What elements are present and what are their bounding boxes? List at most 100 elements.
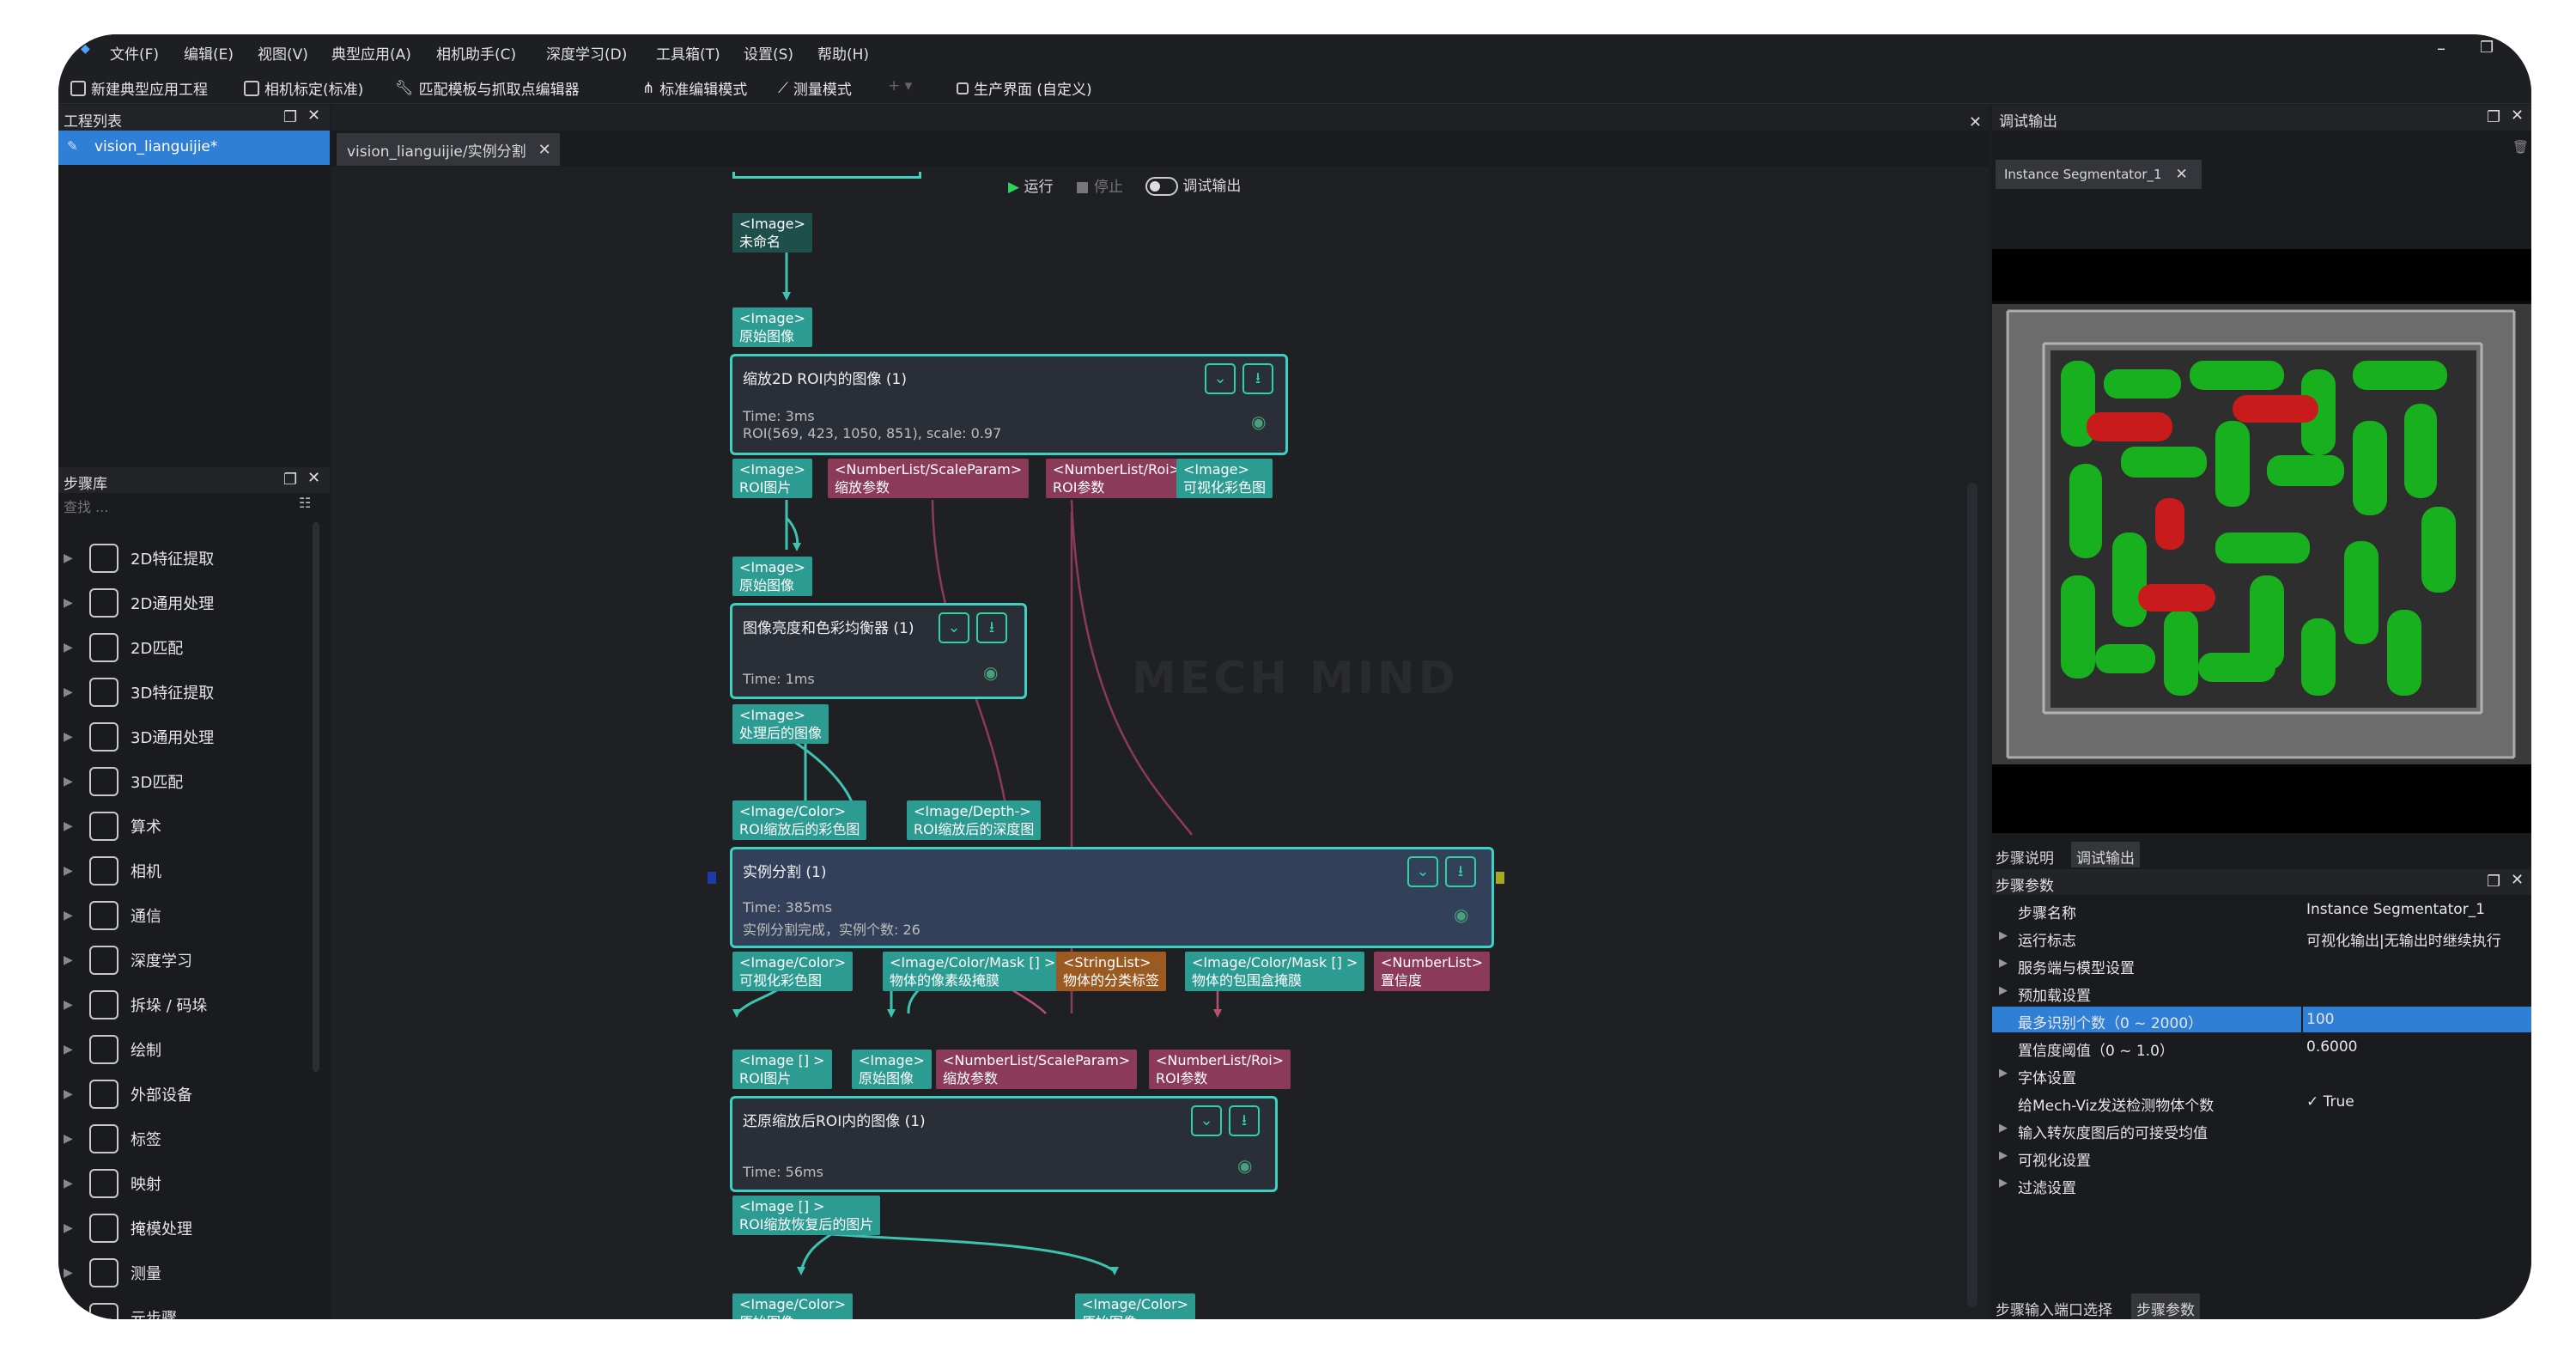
- port-processed-image[interactable]: <Image> 处理后的图像: [732, 704, 829, 744]
- port-unnamed-image[interactable]: <Image> 未命名: [732, 213, 812, 253]
- expand-arrow-icon[interactable]: ▶: [1999, 984, 2008, 997]
- node-title: 还原缩放后ROI内的图像 (1): [743, 1113, 926, 1130]
- node-title: 缩放2D ROI内的图像 (1): [743, 371, 908, 388]
- download-icon[interactable]: ⭳: [1445, 856, 1476, 887]
- expand-arrow-icon[interactable]: ▶: [1999, 1149, 2008, 1162]
- param-label: 步骤名称: [2018, 905, 2076, 922]
- eye-icon[interactable]: ◉: [983, 662, 998, 683]
- node-brightness-balance[interactable]: 图像亮度和色彩均衡器 (1) ⌄ ⭳ Time: 1ms ◉: [730, 603, 1027, 699]
- expand-arrow-icon[interactable]: ▶: [1999, 957, 2008, 970]
- float-icon[interactable]: ❐: [2487, 108, 2500, 126]
- port-roi-param[interactable]: <NumberList/Roi> ROI参数: [1046, 459, 1188, 498]
- expand-arrow-icon[interactable]: ▶: [1999, 1067, 2008, 1080]
- eye-icon[interactable]: ◉: [1454, 904, 1468, 925]
- tab-step-description[interactable]: 步骤说明: [1996, 846, 2054, 867]
- app-window: ◆ 文件(F) 编辑(E) 视图(V) 典型应用(A) 相机助手(C) 深度学习…: [58, 34, 2531, 1319]
- output-tab[interactable]: Instance Segmentator_1 ✕: [1996, 160, 2202, 189]
- node-instance-segmentation[interactable]: 实例分割 (1) ⌄ ⭳ Time: 385ms 实例分割完成，实例个数: 26…: [730, 847, 1494, 948]
- port-restore-scale[interactable]: <NumberList/ScaleParam> 缩放参数: [936, 1050, 1138, 1089]
- port-vis-color[interactable]: <Image> 可视化彩色图: [1176, 459, 1273, 498]
- port-restored-image[interactable]: <Image [] > ROI缩放恢复后的图片: [732, 1196, 881, 1235]
- port-roi-depth[interactable]: <Image/Depth-> ROI缩放后的深度图: [907, 800, 1042, 840]
- port-scale-input[interactable]: <Image> 原始图像: [732, 307, 812, 347]
- output-image-area: [1992, 249, 2531, 833]
- tab-debug-output[interactable]: 调试输出: [2071, 842, 2140, 867]
- port-restore-roi[interactable]: <Image [] > ROI图片: [732, 1050, 832, 1089]
- expand-arrow-icon[interactable]: ▶: [1999, 929, 2008, 942]
- node-time: Time: 56ms: [743, 1164, 823, 1180]
- param-label: 预加载设置: [2018, 988, 2091, 1005]
- collapse-icon[interactable]: ⌄: [1191, 1105, 1222, 1136]
- param-value[interactable]: ✓ True: [2306, 1093, 2354, 1111]
- param-row[interactable]: 给Mech-Viz发送检测物体个数 ✓ True: [1992, 1089, 2531, 1115]
- trash-icon[interactable]: 🗑︎: [2512, 139, 2529, 155]
- param-row[interactable]: 置信度阈值（0 ~ 1.0） 0.6000: [1992, 1034, 2531, 1060]
- node-time: Time: 385ms: [743, 899, 833, 916]
- port-balance-input[interactable]: <Image> 原始图像: [732, 557, 812, 596]
- port-roi-image[interactable]: <Image> ROI图片: [732, 459, 812, 498]
- node-info: ROI(569, 423, 1050, 851), scale: 0.97: [743, 425, 1002, 441]
- param-row[interactable]: ▶ 服务端与模型设置: [1992, 952, 2531, 977]
- param-label: 置信度阈值（0 ~ 1.0）: [2018, 1043, 2174, 1060]
- collapse-icon[interactable]: ⌄: [1407, 856, 1438, 887]
- download-icon[interactable]: ⭳: [976, 612, 1007, 643]
- params-title: 步骤参数: [1996, 878, 2054, 895]
- param-row[interactable]: ▶ 输入转灰度图后的可接受均值: [1992, 1117, 2531, 1142]
- param-value[interactable]: 0.6000: [2306, 1038, 2357, 1056]
- port-bottom-2[interactable]: <Image/Color>原始图像: [1075, 1293, 1196, 1319]
- float-icon[interactable]: ❐: [2487, 873, 2500, 891]
- param-value[interactable]: Instance Segmentator_1: [2306, 901, 2485, 918]
- param-row[interactable]: 步骤名称 Instance Segmentator_1: [1992, 897, 2531, 922]
- port-seg-bbox[interactable]: <Image/Color/Mask [] > 物体的包围盒掩膜: [1185, 952, 1365, 991]
- right-footer-tabs: 步骤输入端口选择 步骤参数: [1992, 1293, 2531, 1319]
- param-label: 最多识别个数（0 ~ 2000）: [2018, 1015, 2203, 1032]
- param-label: 服务端与模型设置: [2018, 960, 2135, 977]
- collapse-icon[interactable]: ⌄: [939, 612, 969, 643]
- param-row[interactable]: ▶ 预加载设置: [1992, 979, 2531, 1005]
- param-label: 给Mech-Viz发送检测物体个数: [2018, 1098, 2215, 1115]
- params-header: 步骤参数 ❐ ✕: [1992, 869, 2531, 895]
- param-row[interactable]: ▶ 运行标志 可视化输出|无输出时继续执行: [1992, 924, 2531, 950]
- param-label: 运行标志: [2018, 933, 2076, 950]
- node-title: 图像亮度和色彩均衡器 (1): [743, 620, 914, 637]
- expand-arrow-icon[interactable]: ▶: [1999, 1177, 2008, 1190]
- node-scale-roi[interactable]: 缩放2D ROI内的图像 (1) ⌄ ⭳ Time: 3ms ROI(569, …: [730, 354, 1288, 455]
- segmentation-image: [1992, 301, 2531, 764]
- port-scale-param[interactable]: <NumberList/ScaleParam> 缩放参数: [828, 459, 1030, 498]
- port-seg-confidence[interactable]: <NumberList> 置信度: [1374, 952, 1491, 991]
- download-icon[interactable]: ⭳: [1242, 363, 1273, 394]
- node-info: 实例分割完成，实例个数: 26: [743, 922, 920, 938]
- port-seg-mask[interactable]: <Image/Color/Mask [] > 物体的像素级掩膜: [883, 952, 1063, 991]
- tab-step-params[interactable]: 步骤参数: [2131, 1293, 2200, 1319]
- close-icon[interactable]: ✕: [2511, 871, 2524, 889]
- port-restore-roi-param[interactable]: <NumberList/Roi> ROI参数: [1149, 1050, 1291, 1089]
- param-row[interactable]: ▶ 可视化设置: [1992, 1144, 2531, 1170]
- param-label: 可视化设置: [2018, 1153, 2091, 1170]
- output-tab-label: Instance Segmentator_1: [2004, 167, 2162, 182]
- download-icon[interactable]: ⭳: [1229, 1105, 1260, 1136]
- debug-output-header: 调试输出 ❐ ✕: [1992, 105, 2531, 131]
- param-label: 输入转灰度图后的可接受均值: [2018, 1125, 2208, 1142]
- tab-close-icon[interactable]: ✕: [2176, 166, 2188, 183]
- param-value[interactable]: 可视化输出|无输出时继续执行: [2306, 928, 2501, 950]
- node-title: 实例分割 (1): [743, 864, 827, 881]
- eye-icon[interactable]: ◉: [1237, 1155, 1252, 1176]
- port-seg-labels[interactable]: <StringList> 物体的分类标签: [1056, 952, 1167, 991]
- close-icon[interactable]: ✕: [2511, 107, 2524, 125]
- param-row[interactable]: 最多识别个数（0 ~ 2000） 100: [1992, 1007, 2531, 1032]
- expand-arrow-icon[interactable]: ▶: [1999, 1122, 2008, 1135]
- param-label: 过滤设置: [2018, 1180, 2076, 1197]
- param-label: 字体设置: [2018, 1070, 2076, 1087]
- port-restore-orig[interactable]: <Image> 原始图像: [852, 1050, 932, 1089]
- param-value[interactable]: 100: [2306, 1011, 2334, 1028]
- port-seg-vis[interactable]: <Image/Color> 可视化彩色图: [732, 952, 854, 991]
- port-roi-color[interactable]: <Image/Color> ROI缩放后的彩色图: [732, 800, 867, 840]
- param-row[interactable]: ▶ 字体设置: [1992, 1062, 2531, 1087]
- node-stub: [732, 172, 921, 179]
- collapse-icon[interactable]: ⌄: [1205, 363, 1236, 394]
- param-row[interactable]: ▶ 过滤设置: [1992, 1172, 2531, 1197]
- port-bottom-1[interactable]: <Image/Color>原始图像: [732, 1293, 854, 1319]
- eye-icon[interactable]: ◉: [1251, 411, 1266, 432]
- tab-input-ports[interactable]: 步骤输入端口选择: [1996, 1298, 2112, 1319]
- node-restore-roi[interactable]: 还原缩放后ROI内的图像 (1) ⌄ ⭳ Time: 56ms ◉: [730, 1096, 1278, 1192]
